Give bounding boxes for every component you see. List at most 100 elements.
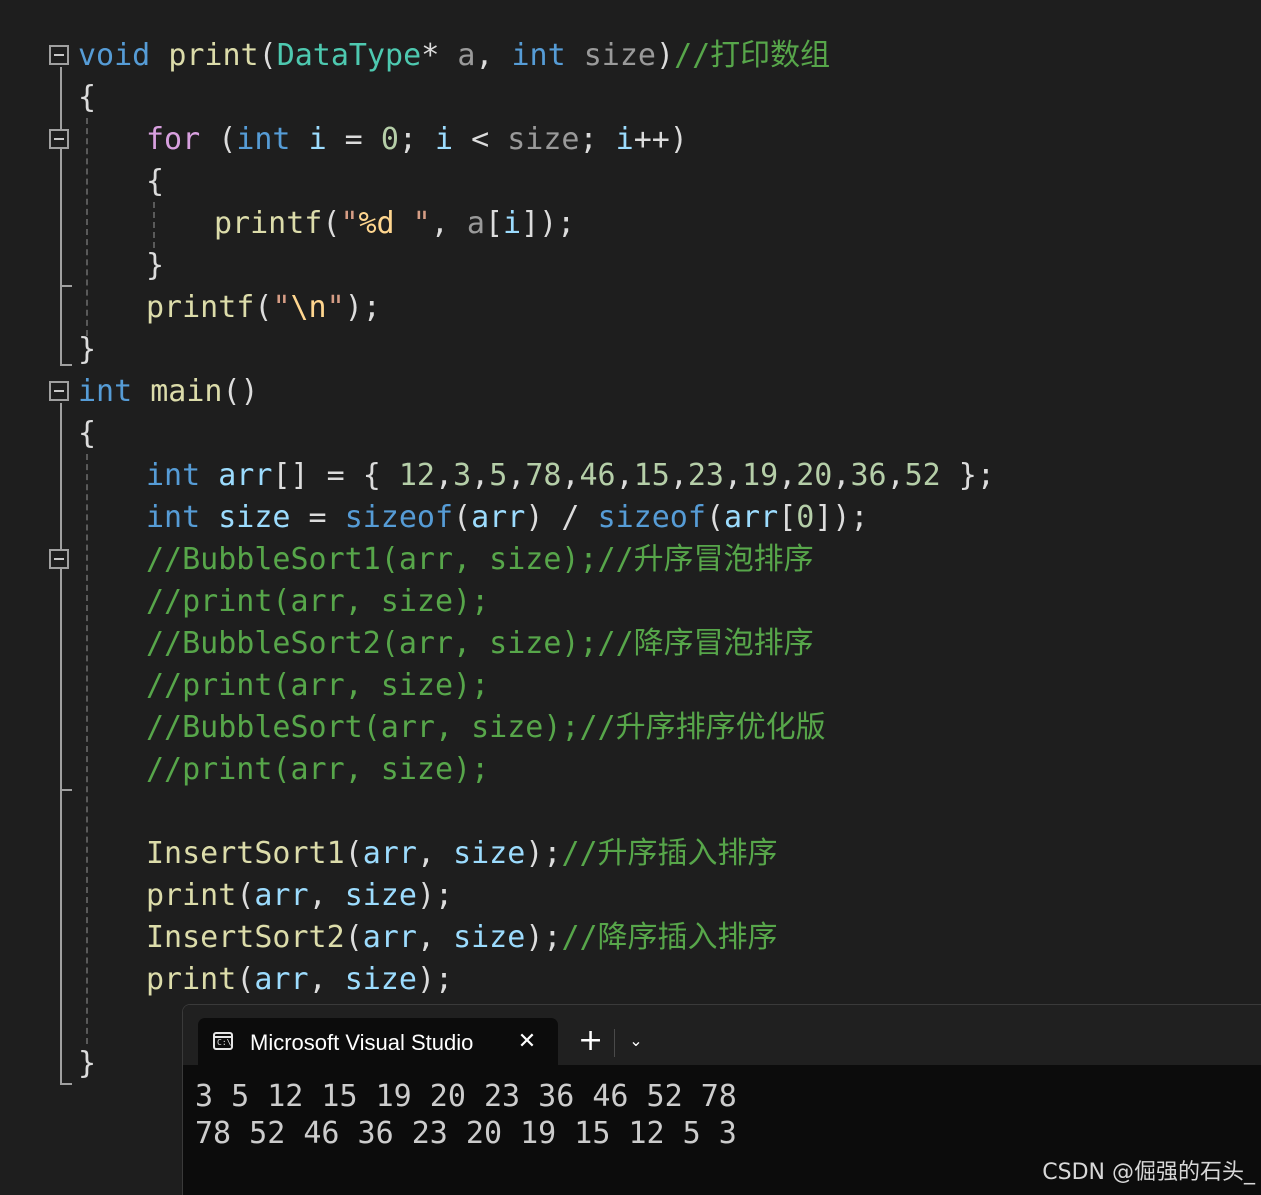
code-token: //打印数组 — [674, 38, 831, 73]
code-token: ( — [322, 206, 341, 241]
indent-guide — [153, 202, 155, 248]
fold-region-end — [60, 364, 72, 366]
code-line: { — [146, 161, 164, 203]
code-token: ); — [525, 920, 562, 955]
code-token: 78 — [525, 458, 562, 493]
code-token: " — [272, 290, 291, 325]
console-tab[interactable]: C:\ Microsoft Visual Studio ✕ — [198, 1018, 558, 1066]
code-token: , — [507, 458, 526, 493]
code-token: i — [503, 206, 522, 241]
code-line: void print(DataType* a, int size)//打印数组 — [78, 35, 830, 77]
code-token: [ — [778, 500, 797, 535]
code-token: size — [583, 38, 656, 73]
code-token: size — [507, 122, 580, 157]
code-token: < — [453, 122, 508, 157]
code-token: main — [150, 374, 223, 409]
code-token: a — [466, 206, 485, 241]
code-token: ) / — [525, 500, 598, 535]
tab-title: Microsoft Visual Studio — [250, 1030, 474, 1055]
code-line: printf("\n"); — [146, 287, 381, 329]
code-line: for (int i = 0; i < size; i++) — [146, 119, 688, 161]
code-line: int arr[] = { 12,3,5,78,46,15,23,19,20,3… — [146, 455, 995, 497]
close-icon[interactable]: ✕ — [516, 1027, 538, 1057]
code-token: InsertSort2 — [146, 920, 345, 955]
code-token: , — [669, 458, 688, 493]
code-token: size — [453, 836, 526, 871]
code-line: //print(arr, size); — [146, 665, 489, 707]
code-token: i — [435, 122, 454, 157]
code-token: }; — [940, 458, 995, 493]
code-token: InsertSort1 — [146, 836, 345, 871]
code-token: 46 — [579, 458, 616, 493]
code-token: arr — [218, 458, 273, 493]
code-token: size — [218, 500, 291, 535]
code-token: i — [308, 122, 327, 157]
code-token: \n — [290, 290, 327, 325]
code-token: ); — [344, 290, 381, 325]
code-token: size — [344, 878, 417, 913]
code-token: 23 — [687, 458, 724, 493]
plus-icon[interactable]: + — [578, 1025, 603, 1057]
fold-region-line — [60, 151, 62, 285]
code-line: //print(arr, size); — [146, 581, 489, 623]
fold-region-line — [60, 571, 62, 789]
code-token: size — [344, 962, 417, 997]
console-output-line: 3 5 12 15 19 20 23 36 46 52 78 — [195, 1079, 737, 1114]
code-token: ( — [344, 920, 363, 955]
code-token: , — [430, 206, 467, 241]
collapse-icon[interactable] — [49, 549, 69, 569]
code-token: void — [78, 38, 151, 73]
code-token: ); — [525, 836, 562, 871]
code-token: , — [615, 458, 634, 493]
code-token: sizeof — [344, 500, 454, 535]
code-token: ); — [416, 962, 454, 997]
collapse-icon[interactable] — [49, 45, 69, 65]
code-line: //BubbleSort2(arr, size);//降序冒泡排序 — [146, 623, 814, 665]
code-token: 12 — [398, 458, 435, 493]
code-token: //BubbleSort1(arr, size);//升序冒泡排序 — [146, 542, 814, 577]
code-line: print(arr, size); — [146, 875, 453, 917]
code-line: { — [78, 77, 96, 119]
code-token: ( — [254, 290, 273, 325]
code-token: ( — [258, 38, 277, 73]
terminal-icon-glyph: C:\ — [217, 1038, 232, 1047]
code-line: //print(arr, size); — [146, 749, 489, 791]
code-token: ( — [453, 500, 472, 535]
code-token: , — [416, 920, 454, 955]
code-token: i — [615, 122, 634, 157]
code-token: size — [453, 920, 526, 955]
code-line: InsertSort2(arr, size);//降序插入排序 — [146, 917, 778, 959]
terminal-icon: C:\ — [213, 1032, 233, 1050]
code-token: arr — [724, 500, 779, 535]
code-token: int — [511, 38, 566, 73]
indent-guide — [86, 454, 88, 1044]
code-token: 19 — [742, 458, 779, 493]
code-token: arr — [362, 920, 417, 955]
code-line: { — [78, 413, 96, 455]
code-token: //print(arr, size); — [146, 584, 490, 619]
code-token: ; — [579, 122, 616, 157]
code-token: , — [724, 458, 743, 493]
code-line: //BubbleSort1(arr, size);//升序冒泡排序 — [146, 539, 814, 581]
fold-region-end — [60, 1083, 72, 1085]
code-token: ( — [344, 836, 363, 871]
code-token: %d — [358, 206, 395, 241]
collapse-icon[interactable] — [49, 381, 69, 401]
code-token: arr — [362, 836, 417, 871]
chevron-down-icon[interactable]: ⌄ — [626, 1027, 646, 1055]
code-token: sizeof — [597, 500, 706, 535]
code-token: arr — [471, 500, 526, 535]
code-token: print — [146, 878, 237, 913]
indent-guide — [86, 118, 88, 336]
code-token: ); — [416, 878, 454, 913]
watermark: CSDN @倔强的石头_ — [1042, 1160, 1255, 1185]
code-token: int — [78, 374, 133, 409]
code-token: //升序插入排序 — [561, 836, 778, 871]
collapse-icon[interactable] — [49, 129, 69, 149]
code-token: ]); — [521, 206, 576, 241]
